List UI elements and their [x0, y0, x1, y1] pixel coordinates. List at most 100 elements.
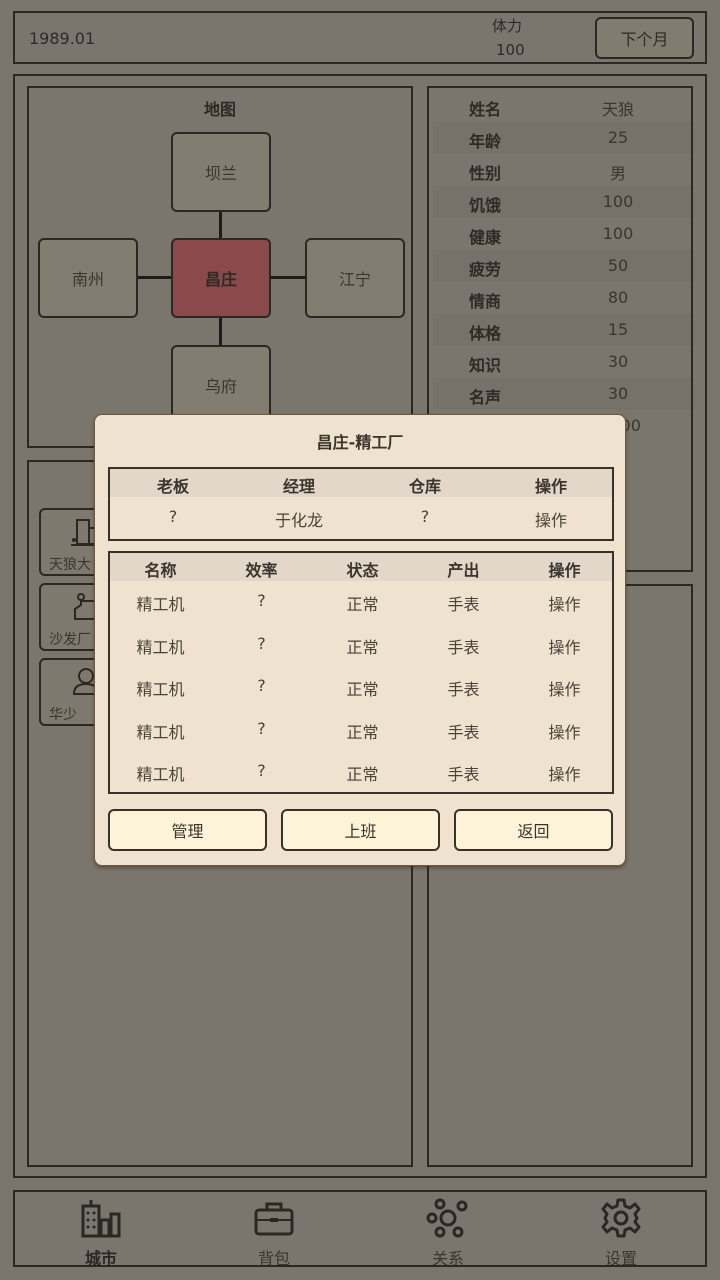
- machine-status: 正常: [346, 595, 379, 614]
- machine-efficiency: ?: [257, 676, 266, 695]
- machine-name: 精工机: [136, 722, 185, 742]
- operate-link[interactable]: 操作: [514, 634, 615, 658]
- operate-link[interactable]: 操作: [514, 719, 615, 743]
- city-icon: [81, 1200, 121, 1238]
- manager-value: 于化龙: [274, 511, 323, 530]
- operate-link[interactable]: 操作: [514, 761, 615, 785]
- machine-efficiency: ?: [257, 718, 266, 738]
- building-label: 沙发厂: [49, 632, 91, 648]
- header-cell: 产出: [447, 561, 480, 580]
- city-current[interactable]: 昌庄: [171, 238, 271, 318]
- city-west[interactable]: 南州: [38, 238, 138, 318]
- map-connector: [219, 316, 222, 346]
- warehouse-value: ?: [420, 507, 430, 526]
- header-cell: 效率: [245, 561, 278, 580]
- stat-key: 健康: [469, 228, 502, 247]
- nav-city[interactable]: 城市: [41, 1192, 161, 1268]
- table-row: 精工机? 正常 手表 操作: [110, 666, 612, 708]
- machine-status: 正常: [346, 637, 379, 657]
- stat-key: 情商: [469, 292, 502, 311]
- city-north[interactable]: 坝兰: [171, 132, 271, 212]
- nav-settings[interactable]: 设置: [561, 1192, 681, 1268]
- stat-value: 50: [607, 256, 629, 275]
- machine-output: 手表: [447, 722, 480, 742]
- machine-output: 手表: [447, 765, 480, 784]
- next-month-button[interactable]: 下个月: [595, 17, 694, 59]
- nav-city-label: 城市: [84, 1249, 117, 1268]
- header-cell: 经理: [282, 477, 315, 496]
- stat-key: 名声: [469, 388, 502, 407]
- map-panel: 地图 坝兰 南州 昌庄 江宁 乌府: [27, 86, 413, 448]
- nav-backpack[interactable]: 背包: [214, 1192, 334, 1268]
- city-east[interactable]: 江宁: [305, 238, 405, 318]
- stat-value: 30: [607, 384, 629, 403]
- machine-name: 精工机: [136, 765, 185, 784]
- stat-row: 知识 30: [433, 346, 691, 378]
- stat-row: 名声 30: [433, 378, 691, 410]
- building-label: 华少: [49, 707, 77, 723]
- back-button[interactable]: 返回: [454, 809, 613, 851]
- table-header: 名称 效率 状态 产出 操作: [110, 553, 612, 581]
- city-south[interactable]: 乌府: [171, 345, 271, 425]
- stat-row: 饥饿 100: [433, 186, 691, 218]
- nav-settings-label: 设置: [604, 1249, 637, 1268]
- table-row: 精工机? 正常 手表 操作: [110, 624, 612, 666]
- building-label: 天狼大: [49, 557, 91, 573]
- stat-row: 姓名 天狼: [433, 90, 691, 122]
- table-row: ? 于化龙 ? 操作: [110, 499, 612, 541]
- stat-row: 性别 男: [433, 154, 691, 186]
- stat-key: 姓名: [469, 100, 502, 119]
- stat-row: 体格 15: [433, 314, 691, 346]
- map-connector: [136, 276, 172, 279]
- machine-name: 精工机: [136, 680, 185, 699]
- header-cell: 状态: [346, 561, 379, 580]
- map-title: 地图: [203, 100, 236, 119]
- stat-value: 100: [602, 224, 634, 243]
- stat-key: 年龄: [469, 132, 502, 151]
- machine-efficiency: ?: [257, 633, 266, 653]
- machine-status: 正常: [346, 765, 379, 784]
- stat-key: 知识: [469, 356, 502, 375]
- table-header: 老板 经理 仓库 操作: [110, 469, 612, 497]
- machine-output: 手表: [447, 680, 480, 699]
- stat-row: 健康 100: [433, 218, 691, 250]
- manage-button[interactable]: 管理: [108, 809, 267, 851]
- operate-link[interactable]: 操作: [514, 591, 615, 615]
- map-connector: [219, 210, 222, 240]
- stat-value: 30: [607, 352, 629, 371]
- nav-backpack-label: 背包: [257, 1249, 290, 1268]
- stat-key: 饥饿: [469, 196, 502, 215]
- header-cell: 名称: [144, 561, 177, 580]
- machine-table: 名称 效率 状态 产出 操作 精工机? 正常 手表 操作 精工机? 正常 手表 操作 精工机? 正…: [108, 551, 614, 794]
- header-cell: 操作: [534, 477, 567, 496]
- header-cell: 仓库: [408, 477, 441, 496]
- operate-link[interactable]: 操作: [514, 676, 615, 700]
- machine-status: 正常: [346, 680, 379, 699]
- gear-icon: [601, 1198, 641, 1238]
- machine-name: 精工机: [136, 595, 185, 614]
- stat-value: 天狼: [601, 100, 634, 119]
- machine-output: 手表: [447, 595, 480, 614]
- machine-status: 正常: [346, 722, 379, 742]
- nav-relations[interactable]: 关系: [388, 1192, 508, 1268]
- stat-key: 体格: [469, 324, 502, 343]
- stamina-label: 体力: [492, 17, 523, 35]
- factory-dialog: 昌庄-精工厂 老板 经理 仓库 操作 ? 于化龙 ? 操作 名称 效率 状态 产…: [94, 414, 626, 866]
- top-bar: 1989.01 体力 100 下个月: [13, 11, 707, 64]
- stat-key: 疲劳: [469, 260, 502, 279]
- machine-name: 精工机: [136, 637, 185, 657]
- table-row: 精工机? 正常 手表 操作: [110, 709, 612, 751]
- game-date: 1989.01: [29, 29, 96, 48]
- operate-link[interactable]: 操作: [488, 507, 614, 531]
- machine-efficiency: ?: [257, 591, 266, 610]
- briefcase-icon: [254, 1202, 294, 1236]
- stamina-value: 100: [496, 41, 525, 59]
- table-row: 精工机? 正常 手表 操作: [110, 751, 612, 793]
- nav-relations-label: 关系: [431, 1249, 464, 1268]
- stat-key: 性别: [469, 164, 502, 183]
- stat-row: 年龄 25: [433, 122, 691, 154]
- work-button[interactable]: 上班: [281, 809, 440, 851]
- stat-row: 疲劳 50: [433, 250, 691, 282]
- boss-value: ?: [168, 507, 178, 526]
- stat-value: 15: [607, 320, 629, 339]
